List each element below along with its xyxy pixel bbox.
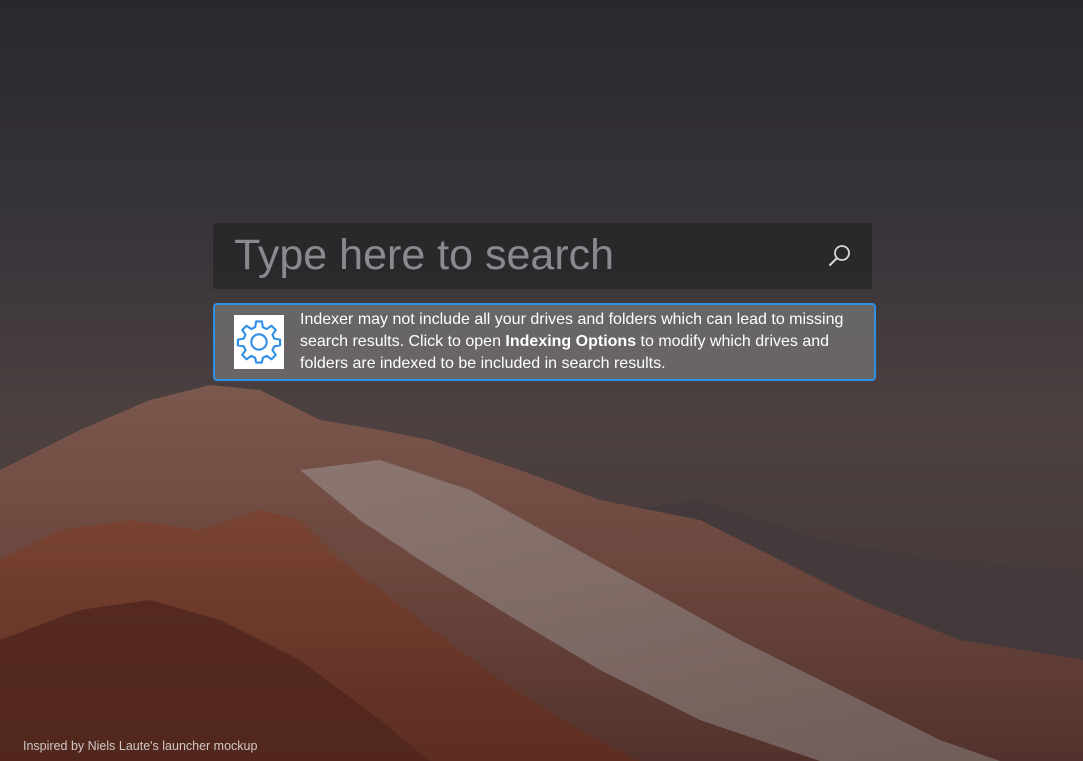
credit-text: Inspired by Niels Laute's launcher mocku… xyxy=(23,739,258,753)
search-bar[interactable] xyxy=(213,223,872,289)
indexing-options-link[interactable]: Indexing Options xyxy=(505,333,636,350)
search-input[interactable] xyxy=(213,223,826,289)
indexer-notice[interactable]: Indexer may not include all your drives … xyxy=(213,303,876,381)
desktop: Indexer may not include all your drives … xyxy=(0,0,1083,761)
gear-icon xyxy=(234,315,284,369)
search-icon[interactable] xyxy=(826,242,854,270)
notice-message: Indexer may not include all your drives … xyxy=(300,309,874,375)
